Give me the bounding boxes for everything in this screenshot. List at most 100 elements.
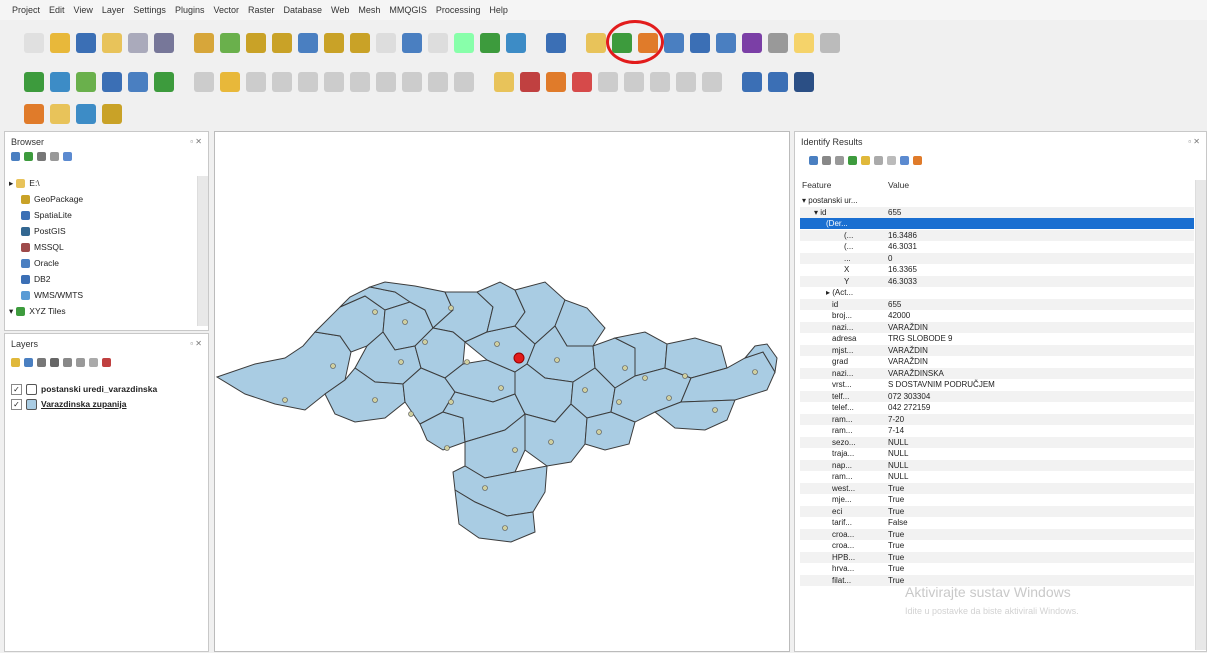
post-office-point[interactable] — [622, 365, 628, 371]
identify-result-row[interactable]: ▾ postanski ur... — [800, 195, 1194, 206]
add-group-icon[interactable] — [24, 358, 33, 367]
post-office-point[interactable] — [398, 359, 404, 365]
post-office-point[interactable] — [464, 359, 470, 365]
menu-raster[interactable]: Raster — [248, 5, 275, 15]
post-office-point[interactable] — [372, 309, 378, 315]
toolbox-icon[interactable] — [716, 33, 736, 53]
pan-map-icon[interactable] — [194, 33, 214, 53]
save-project-icon[interactable] — [76, 33, 96, 53]
field-calculator-icon[interactable] — [664, 33, 684, 53]
menu-mmqgis[interactable]: MMQGIS — [389, 5, 427, 15]
vertex-tool-icon[interactable] — [298, 72, 318, 92]
layer-visibility-checkbox[interactable]: ✓ — [11, 398, 22, 410]
browser-item[interactable]: DB2 — [21, 272, 51, 286]
browser-item[interactable]: SpatiaLite — [21, 208, 72, 222]
new-memory-layer-icon[interactable] — [154, 72, 174, 92]
post-office-point[interactable] — [642, 375, 648, 381]
post-office-point[interactable] — [582, 387, 588, 393]
identify-result-row[interactable]: id 655 — [800, 298, 1194, 310]
redo-icon[interactable] — [454, 72, 474, 92]
menu-layer[interactable]: Layer — [102, 5, 125, 15]
expand-tree-icon[interactable] — [809, 156, 818, 165]
zoom-to-selection-icon[interactable] — [324, 33, 344, 53]
identify-result-row[interactable]: nap... NULL — [800, 459, 1194, 471]
ac-plugin-icon[interactable] — [768, 72, 788, 92]
paste-features-icon[interactable] — [402, 72, 422, 92]
sum-icon[interactable] — [742, 33, 762, 53]
open-form-icon[interactable] — [887, 156, 896, 165]
browser-item[interactable]: PostGIS — [21, 224, 66, 238]
manage-map-themes-icon[interactable] — [37, 358, 46, 367]
browser-item[interactable]: GeoPackage — [21, 192, 83, 206]
clear-results-icon[interactable] — [848, 156, 857, 165]
save-as-icon[interactable] — [102, 33, 122, 53]
browser-item[interactable]: MSSQL — [21, 240, 64, 254]
collapse-tree-icon[interactable] — [822, 156, 831, 165]
identify-result-row[interactable]: ram... NULL — [800, 471, 1194, 482]
menu-help[interactable]: Help — [489, 5, 508, 15]
identify-result-row[interactable]: mje... True — [800, 494, 1194, 505]
book-icon[interactable] — [794, 72, 814, 92]
menu-view[interactable]: View — [74, 5, 93, 15]
post-office-point[interactable] — [596, 429, 602, 435]
post-office-point[interactable] — [712, 407, 718, 413]
browser-item[interactable]: Oracle — [21, 256, 59, 270]
collapse-all-icon[interactable] — [89, 358, 98, 367]
refresh-icon[interactable] — [24, 152, 33, 161]
print-response-icon[interactable] — [874, 156, 883, 165]
identify-result-row[interactable]: mjst... VARAŽDIN — [800, 344, 1194, 356]
identify-result-row[interactable]: telf... 072 303304 — [800, 390, 1194, 402]
identify-result-row[interactable]: X 16.3365 — [800, 264, 1194, 275]
statistics-icon[interactable] — [690, 33, 710, 53]
identify-settings-icon[interactable] — [913, 156, 922, 165]
globe-icon[interactable] — [742, 72, 762, 92]
filter-icon[interactable] — [37, 152, 46, 161]
show-hide-labels-icon[interactable] — [546, 72, 566, 92]
identify-result-row[interactable]: croa... True — [800, 540, 1194, 551]
style-manager-icon[interactable] — [154, 33, 174, 53]
identify-result-row[interactable]: west... True — [800, 482, 1194, 494]
temporal-icon[interactable] — [480, 33, 500, 53]
identify-result-row[interactable]: (... 46.3031 — [800, 241, 1194, 252]
post-office-point[interactable] — [548, 439, 554, 445]
post-office-point[interactable] — [448, 399, 454, 405]
post-office-point[interactable] — [330, 363, 336, 369]
identify-result-row[interactable]: (... 16.3486 — [800, 229, 1194, 241]
identify-result-row[interactable]: ram... 7-14 — [800, 425, 1194, 436]
properties-icon[interactable] — [63, 152, 72, 161]
undo-icon[interactable] — [428, 72, 448, 92]
identify-result-row[interactable]: nazi... VARAŽDIN — [800, 321, 1194, 333]
print-layout-icon[interactable] — [128, 33, 148, 53]
identify-result-row[interactable]: adresa TRG SLOBODE 9 — [800, 333, 1194, 344]
tree-expander-icon[interactable]: ▾ — [9, 306, 13, 317]
post-office-point[interactable] — [498, 385, 504, 391]
post-office-point[interactable] — [682, 373, 688, 379]
zoom-native-icon[interactable] — [376, 33, 396, 53]
map-canvas[interactable] — [214, 131, 790, 652]
zoom-last-icon[interactable] — [402, 33, 422, 53]
panel-float-close-icon[interactable]: ▫ ✕ — [1188, 137, 1200, 146]
menu-settings[interactable]: Settings — [133, 5, 166, 15]
identify-mode-dropdown[interactable] — [900, 156, 909, 165]
search-plugin-icon[interactable] — [76, 104, 96, 124]
remove-layer-icon[interactable] — [102, 358, 111, 367]
identify-result-row[interactable]: hrva... True — [800, 563, 1194, 574]
menu-processing[interactable]: Processing — [436, 5, 481, 15]
post-office-point[interactable] — [408, 411, 414, 417]
pan-to-selection-icon[interactable] — [220, 33, 240, 53]
post-office-point[interactable] — [482, 485, 488, 491]
copy-features-icon[interactable] — [376, 72, 396, 92]
identify-result-row[interactable]: ram... 7-20 — [800, 413, 1194, 425]
move-label-icon[interactable] — [624, 72, 644, 92]
label-properties-icon[interactable] — [650, 72, 670, 92]
identify-result-row[interactable]: (Der... — [800, 218, 1194, 229]
change-label-icon[interactable] — [572, 72, 592, 92]
identify-result-row[interactable]: sezo... NULL — [800, 436, 1194, 448]
browser-item[interactable]: ▸ E:\ — [9, 176, 40, 190]
post-office-point[interactable] — [554, 357, 560, 363]
post-office-point[interactable] — [402, 319, 408, 325]
menu-mesh[interactable]: Mesh — [358, 5, 380, 15]
layer-visibility-checkbox[interactable]: ✓ — [11, 383, 22, 395]
identify-result-row[interactable]: ... 0 — [800, 252, 1194, 264]
vector-split-icon[interactable] — [24, 104, 44, 124]
